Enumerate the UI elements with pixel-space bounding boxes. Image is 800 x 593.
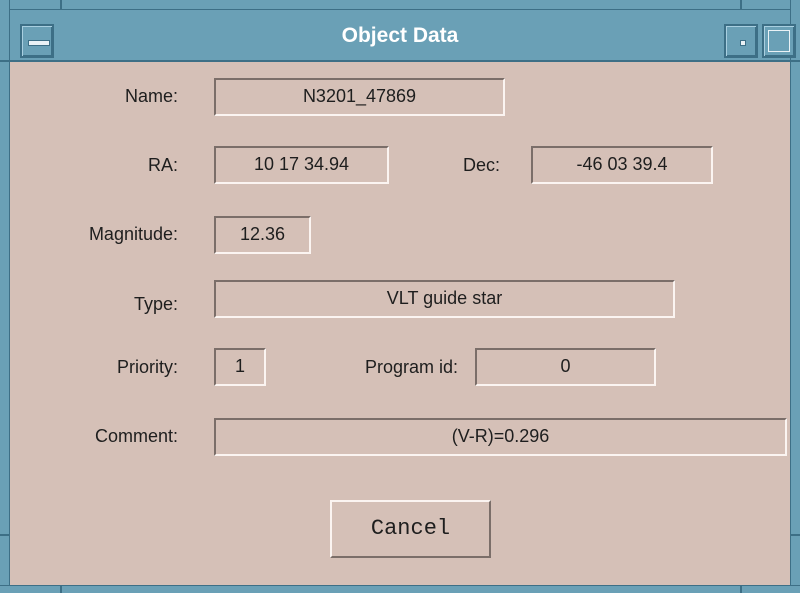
priority-field[interactable]: 1: [214, 348, 266, 386]
program-id-label: Program id:: [364, 357, 458, 377]
type-field[interactable]: VLT guide star: [214, 280, 675, 318]
frame-notch: [60, 0, 62, 10]
minimize-button[interactable]: [724, 24, 758, 58]
program-id-field[interactable]: 0: [475, 348, 656, 386]
name-field[interactable]: N3201_47869: [214, 78, 505, 116]
window-frame-bottom[interactable]: [0, 585, 800, 593]
title-bar[interactable]: Object Data: [10, 10, 796, 62]
frame-notch: [740, 585, 742, 593]
comment-field[interactable]: (V-R)=0.296: [214, 418, 787, 456]
frame-notch: [790, 60, 800, 62]
frame-notch: [740, 0, 742, 10]
magnitude-field[interactable]: 12.36: [214, 216, 311, 254]
cancel-button[interactable]: Cancel: [330, 500, 491, 558]
type-label: Type:: [133, 294, 178, 314]
object-data-window: Object Data Name: N3201_47869 RA: 10 17 …: [0, 0, 800, 593]
comment-label: Comment:: [94, 426, 178, 446]
priority-label: Priority:: [116, 357, 178, 377]
frame-notch: [60, 585, 62, 593]
minimize-icon: [740, 40, 746, 46]
frame-notch: [790, 534, 800, 536]
dec-label: Dec:: [462, 155, 500, 175]
window-frame-right[interactable]: [790, 0, 800, 593]
name-label: Name:: [124, 86, 178, 106]
ra-field[interactable]: 10 17 34.94: [214, 146, 389, 184]
maximize-icon: [768, 30, 790, 52]
window-frame-top[interactable]: [0, 0, 800, 10]
frame-notch: [0, 534, 10, 536]
maximize-button[interactable]: [762, 24, 796, 58]
window-title: Object Data: [341, 24, 459, 47]
magnitude-label: Magnitude:: [88, 224, 178, 244]
window-frame-left[interactable]: [0, 0, 10, 593]
frame-notch: [0, 60, 10, 62]
dec-field[interactable]: -46 03 39.4: [531, 146, 713, 184]
ra-label: RA:: [147, 155, 178, 175]
